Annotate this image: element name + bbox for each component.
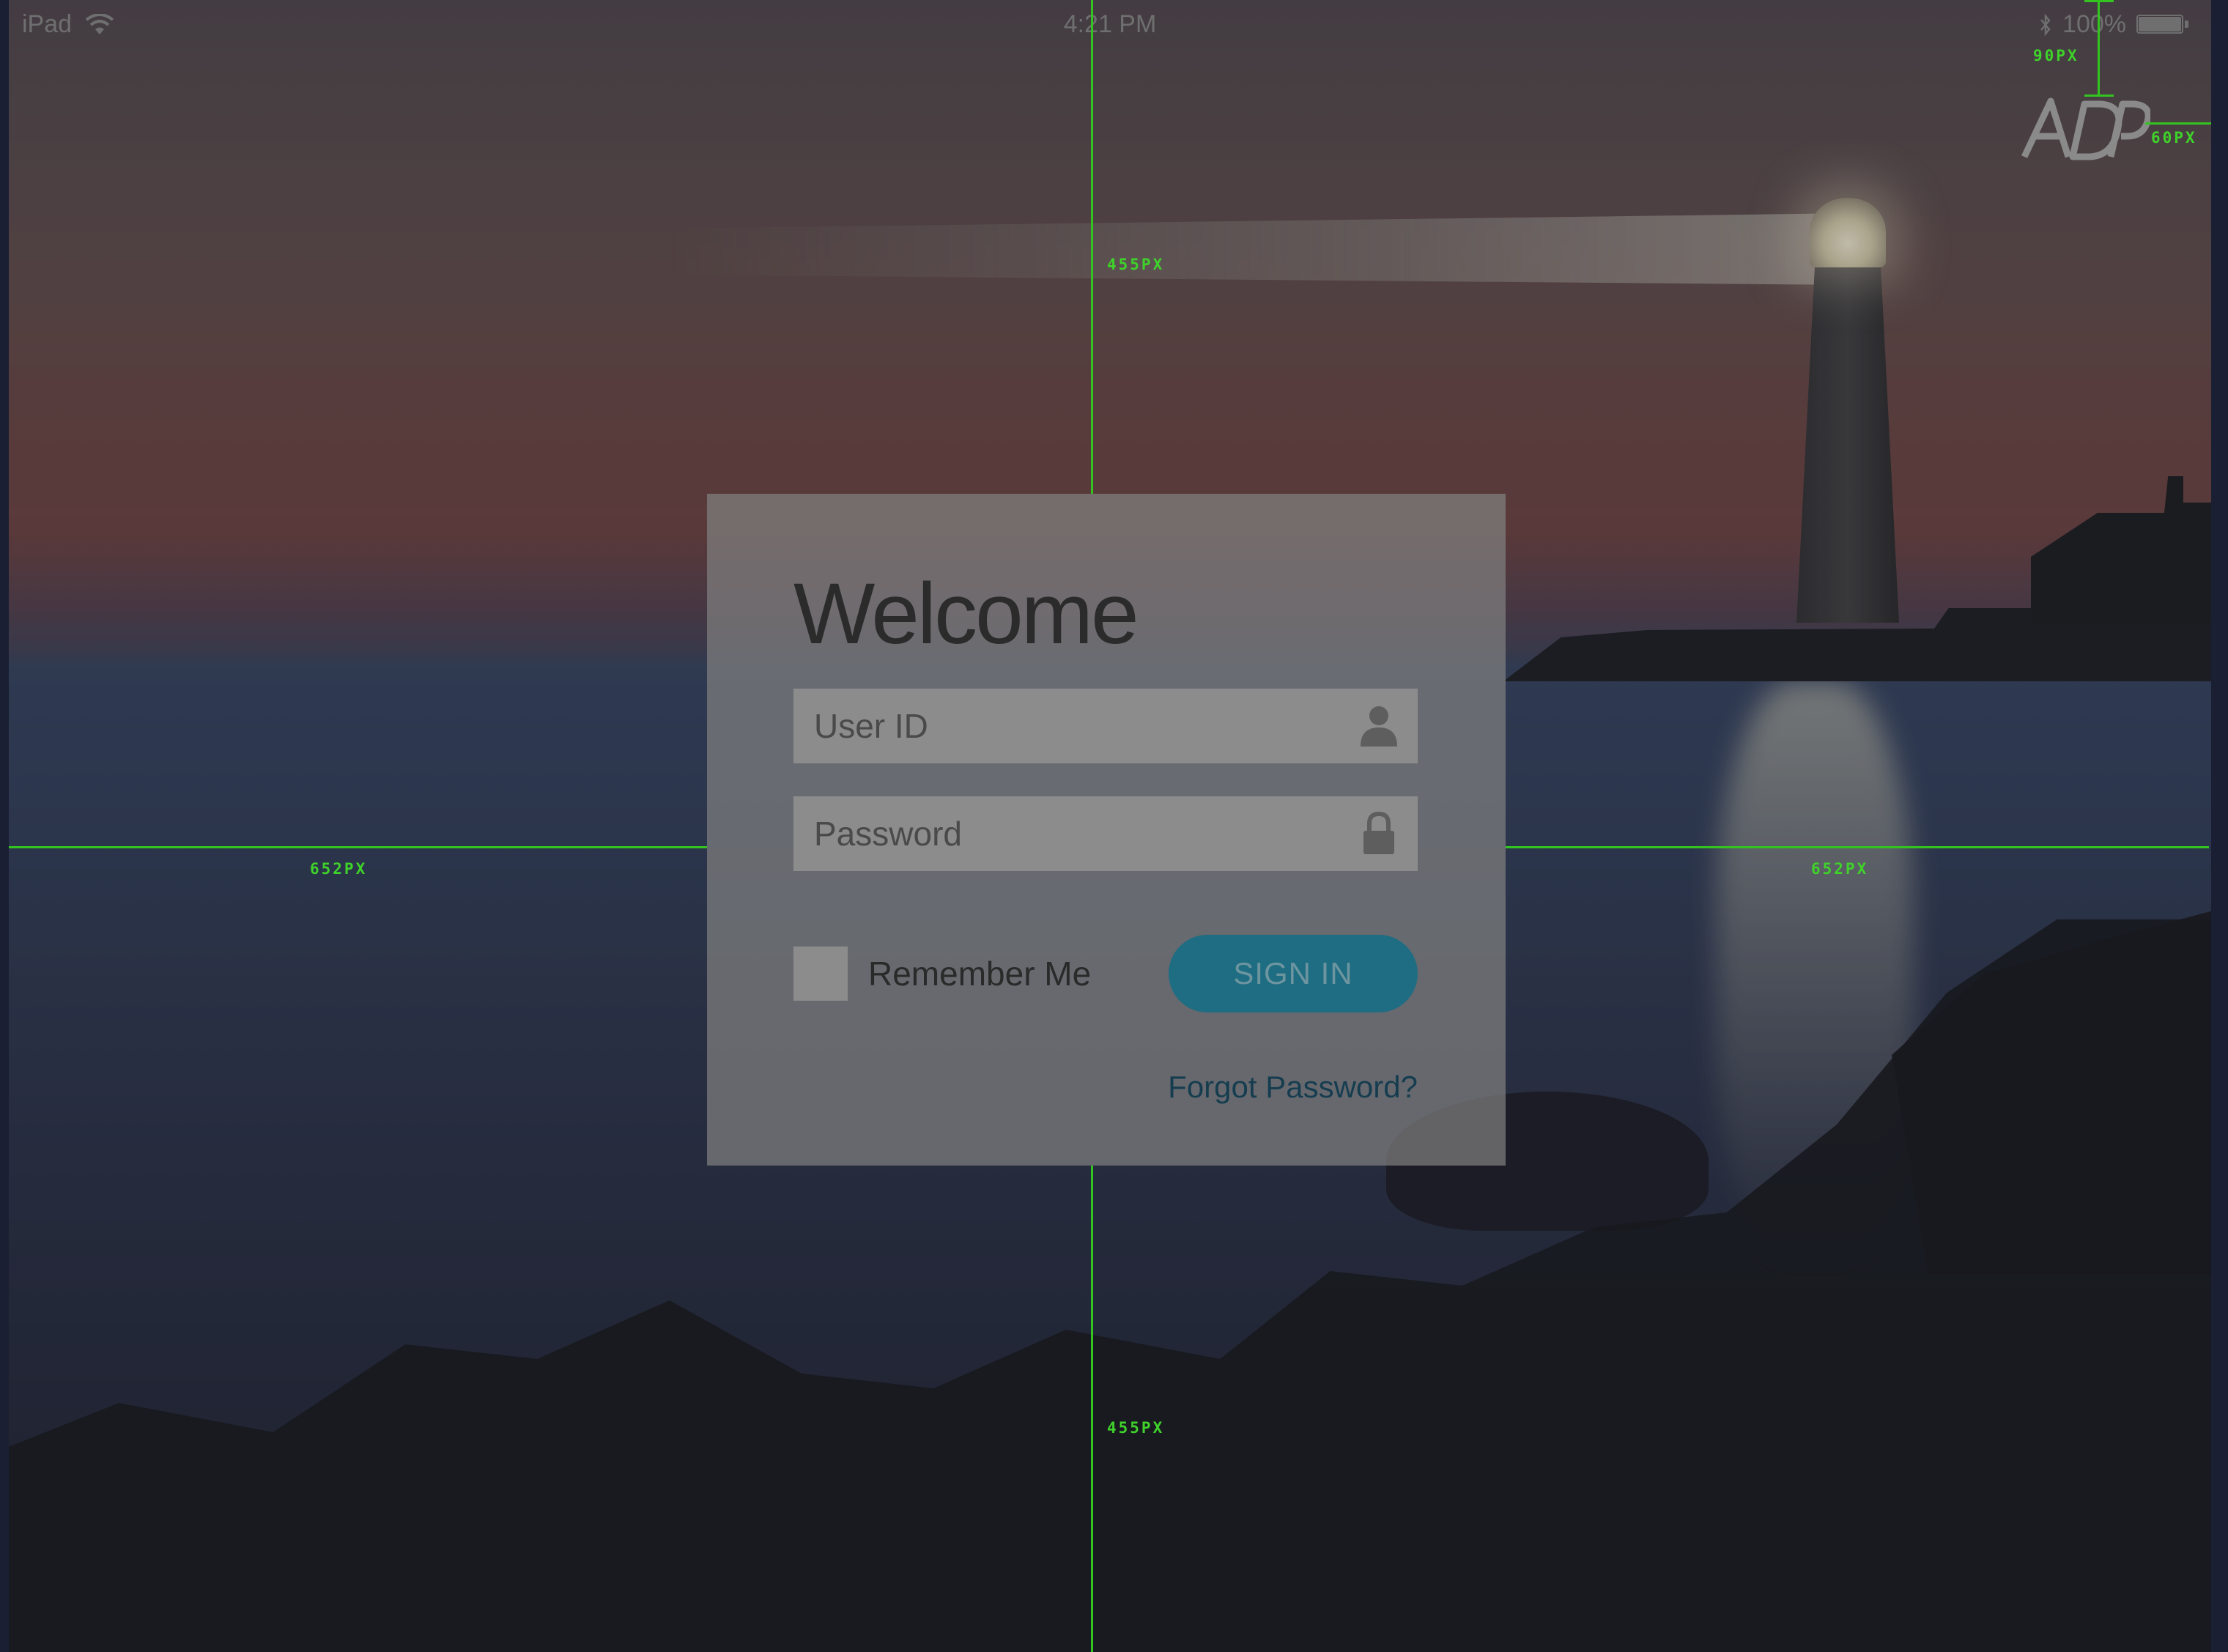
guide-right-horizontal [1506,846,2209,848]
guide-logo-top-cap-bottom [2084,95,2114,97]
guide-label-logo-top: 90PX [2033,47,2079,64]
remember-me-checkbox[interactable] [793,947,848,1001]
login-card: Welcome Remember Me SIGN IN Forgot Passw… [707,494,1506,1166]
guide-bottom-vertical [1091,1166,1093,1652]
guide-logo-top-cap [2084,0,2114,2]
password-input[interactable] [813,813,1359,854]
user-id-input[interactable] [813,705,1359,747]
guide-top-vertical [1091,0,1093,494]
battery-percent: 100% [2062,10,2126,38]
user-id-field[interactable] [793,689,1418,763]
welcome-title: Welcome [793,566,1139,662]
guide-label-left: 652PX [310,860,368,878]
remember-me-label: Remember Me [868,955,1092,993]
status-bar: iPad 4:21 PM 100% [9,0,2211,51]
guide-label-top: 455PX [1107,256,1165,273]
guide-label-logo-right: 60PX [2151,129,2197,147]
adp-logo [2021,97,2150,160]
password-field[interactable] [793,796,1418,871]
user-icon [1361,706,1397,747]
guide-left-horizontal [9,846,707,848]
sign-in-button[interactable]: SIGN IN [1169,935,1418,1012]
battery-icon [2136,14,2191,35]
guide-logo-right [2145,122,2211,125]
bluetooth-icon [2040,13,2051,36]
lock-icon [1363,812,1394,854]
remember-me[interactable]: Remember Me [793,947,1091,1001]
guide-label-bottom: 455PX [1107,1419,1165,1437]
guide-logo-top [2098,0,2100,95]
guide-label-right: 652PX [1811,860,1869,878]
forgot-password-link[interactable]: Forgot Password? [1168,1070,1418,1105]
status-time: 4:21 PM [1063,10,1157,38]
